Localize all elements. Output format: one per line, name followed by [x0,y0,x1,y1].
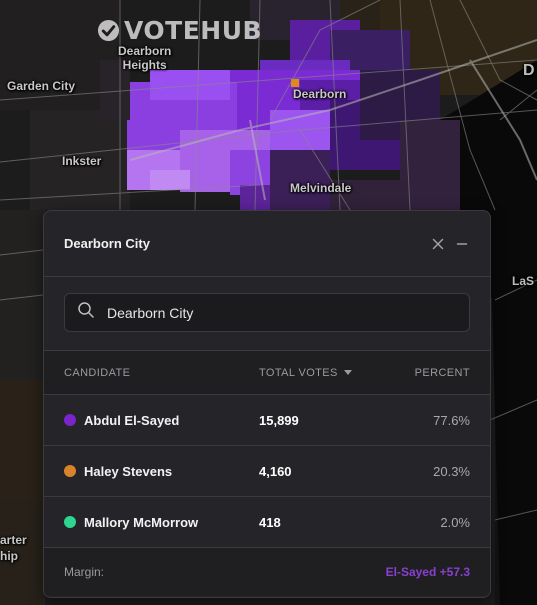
brand-name: VOTEHUB [124,16,263,45]
map-label-dearborn-heights: Dearborn Heights [118,44,172,72]
panel-header-controls [430,236,470,252]
map-label-d: D [523,62,535,79]
candidate-color-dot [64,465,76,477]
votes-cell: 15,899 [259,412,299,428]
map-label-hip: hip [0,549,18,563]
votes-cell: 418 [259,514,281,530]
candidate-name: Haley Stevens [84,463,173,479]
candidate-color-dot [64,516,76,528]
table-header: CANDIDATE TOTAL VOTES PERCENT [44,351,490,395]
results-panel: Dearborn City CANDIDATE TOTAL VOTES PERC… [43,210,491,598]
votehub-logo: VOTEHUB [97,16,262,45]
candidate-cell: Abdul El-Sayed [64,413,259,428]
percent-cell: 20.3% [433,463,470,479]
panel-header: Dearborn City [44,211,490,277]
candidate-name: Abdul El-Sayed [84,412,180,428]
table-row[interactable]: Haley Stevens 4,160 20.3% [44,446,490,497]
column-header-candidate[interactable]: CANDIDATE [64,367,259,379]
minimize-icon[interactable] [454,236,470,252]
percent-cell: 77.6% [433,412,470,428]
search-input[interactable] [105,303,457,322]
margin-label: Margin: [64,565,105,579]
margin-row: Margin: El-Sayed +57.3 [44,548,490,596]
votes-cell: 4,160 [259,463,292,479]
sort-desc-icon [343,370,352,375]
map-label-lasalle: LaS [512,274,535,288]
map-label-garden-city: Garden City [7,79,76,93]
map-label-dearborn: Dearborn [293,87,347,101]
check-circle-icon [97,19,120,42]
search-box[interactable] [64,293,470,332]
search-area [44,277,490,351]
map-label-inkster: Inkster [62,154,102,168]
column-header-percent[interactable]: PERCENT [369,367,470,379]
map-label-arter: arter [0,533,27,547]
percent-cell: 2.0% [440,514,470,530]
column-header-total-votes[interactable]: TOTAL VOTES [259,367,369,379]
panel-title: Dearborn City [64,236,150,251]
candidate-cell: Haley Stevens [64,464,259,479]
margin-value: El-Sayed +57.3 [385,565,470,579]
close-icon[interactable] [430,236,446,252]
column-header-total-votes-label: TOTAL VOTES [259,366,338,379]
table-row[interactable]: Abdul El-Sayed 15,899 77.6% [44,395,490,446]
candidate-color-dot [64,414,76,426]
table-row[interactable]: Mallory McMorrow 418 2.0% [44,497,490,548]
map-label-melvindale: Melvindale [290,181,352,195]
search-icon [77,301,95,324]
candidate-name: Mallory McMorrow [84,514,199,530]
candidate-cell: Mallory McMorrow [64,515,259,530]
